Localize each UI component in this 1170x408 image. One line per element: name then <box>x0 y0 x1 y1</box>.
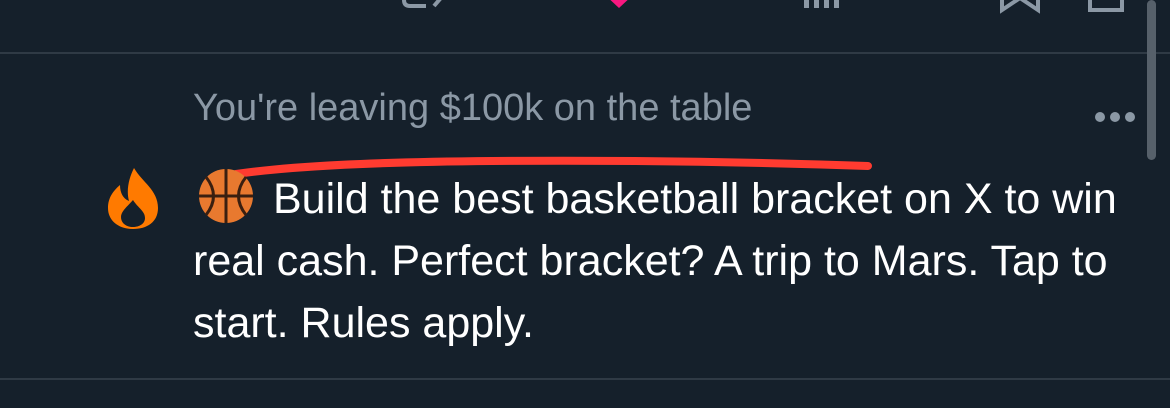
emoji-spacer <box>193 212 273 213</box>
bottom-divider <box>0 378 1170 380</box>
reply-icon[interactable] <box>208 0 248 12</box>
tweet-action-bar <box>0 0 1170 52</box>
like-icon[interactable] <box>602 0 636 10</box>
share-icon[interactable] <box>1086 0 1126 14</box>
promo-body: Build the best basketball bracket on X t… <box>193 175 1117 347</box>
fire-icon <box>108 168 158 229</box>
promo-body-text[interactable]: Build the best basketball bracket on X t… <box>193 168 1153 354</box>
top-divider <box>0 52 1170 54</box>
more-horizontal-icon[interactable] <box>1090 104 1140 130</box>
retweet-icon[interactable] <box>400 0 450 14</box>
promo-header: You're leaving $100k on the table <box>193 87 753 129</box>
scrollbar[interactable] <box>1147 0 1156 160</box>
views-icon[interactable] <box>800 0 840 12</box>
bookmark-icon[interactable] <box>998 0 1042 14</box>
